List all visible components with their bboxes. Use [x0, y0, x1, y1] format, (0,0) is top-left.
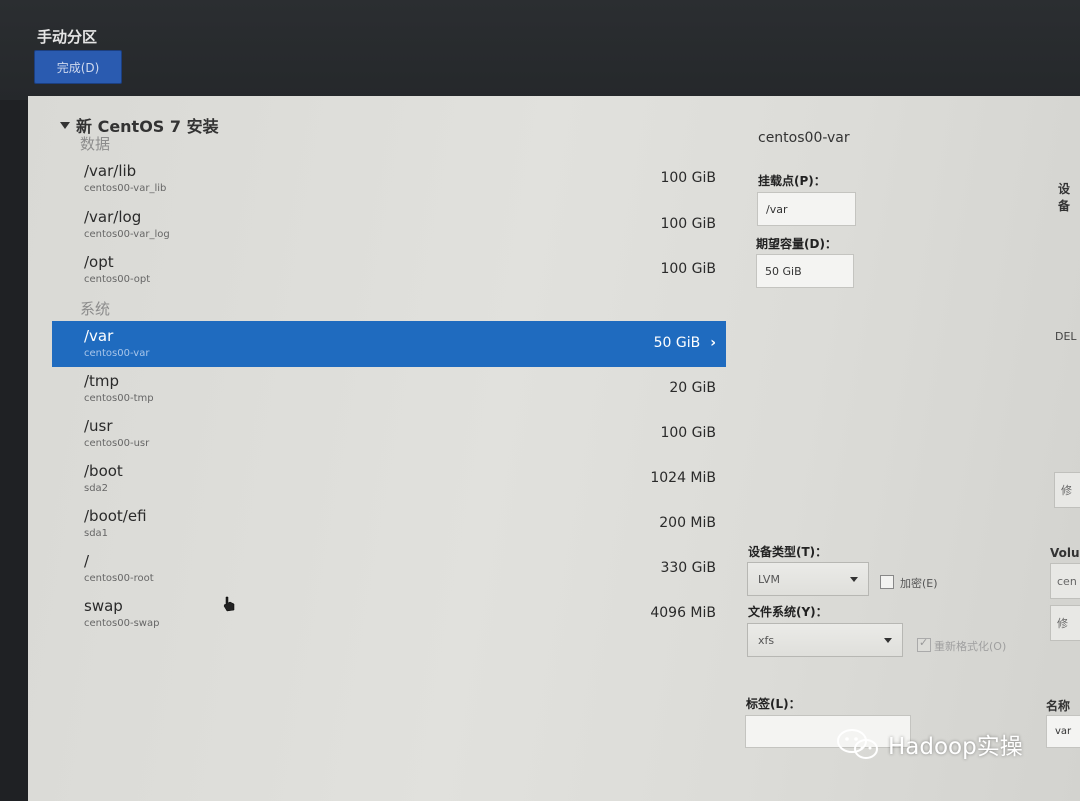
mount-point: /boot/efi [84, 507, 147, 525]
watermark: Hadoop实操 [836, 727, 1023, 761]
partition-row-boot[interactable]: /boot sda2 1024 MiB [52, 456, 726, 502]
detail-title: centos00-var [758, 130, 850, 146]
filesystem-label: 文件系统(Y)： [748, 605, 828, 619]
wechat-icon [837, 729, 878, 759]
page-title: 手动分区 [37, 28, 98, 46]
device-name: sda2 [84, 483, 109, 494]
device-name: centos00-swap [84, 618, 160, 629]
chevron-down-icon [850, 577, 858, 582]
device-name: centos00-usr [84, 438, 150, 449]
filesystem-select[interactable]: xfs [747, 623, 903, 657]
mount-point-input[interactable]: /var [757, 192, 856, 226]
mount-point: swap [84, 597, 123, 615]
filesystem-value: xfs [758, 633, 775, 647]
partition-row-tmp[interactable]: /tmp centos00-tmp 20 GiB [52, 366, 726, 412]
section-label-system: 系统 [80, 300, 111, 318]
mount-point: /usr [84, 417, 113, 435]
partition-size: 100 GiB [660, 261, 716, 277]
device-type-select[interactable]: LVM [747, 562, 869, 596]
tag-label: 标签(L)： [746, 697, 801, 711]
device-type-value: LVM [758, 572, 780, 586]
partition-size: 4096 MiB [650, 605, 716, 621]
modify-button-cut[interactable]: 修 [1054, 472, 1080, 508]
partition-size: 100 GiB [660, 170, 716, 186]
device-name: centos00-root [84, 573, 154, 584]
partition-row-root[interactable]: / centos00-root 330 GiB [52, 546, 726, 592]
done-button[interactable]: 完成(D) [34, 50, 122, 84]
window-header [0, 0, 1080, 100]
desired-capacity-label: 期望容量(D)： [756, 237, 837, 251]
mount-point-label: 挂载点(P)： [758, 174, 826, 188]
partition-size: 1024 MiB [650, 470, 716, 486]
partition-size: 20 GiB [669, 380, 716, 396]
reformat-checkbox[interactable] [917, 636, 931, 652]
chevron-right-icon: › [710, 335, 716, 351]
partition-row-boot-efi[interactable]: /boot/efi sda1 200 MiB [52, 501, 726, 547]
mount-point: /tmp [84, 372, 120, 390]
mouse-cursor-icon [223, 596, 235, 612]
mount-point: /opt [84, 253, 114, 271]
device-del-text-cut: DEL [1055, 330, 1077, 343]
encrypt-checkbox[interactable] [880, 575, 894, 589]
expand-triangle-icon[interactable] [60, 121, 70, 129]
partition-row-var-lib[interactable]: /var/lib centos00-var_lib 100 GiB [52, 156, 726, 202]
device-name: centos00-opt [84, 274, 151, 285]
device-name: centos00-tmp [84, 393, 154, 404]
mount-point: /var [84, 327, 114, 345]
device-type-label: 设备类型(T)： [748, 545, 828, 559]
desired-capacity-input[interactable]: 50 GiB [756, 254, 854, 288]
mount-point: /var/log [84, 208, 142, 226]
chevron-down-icon [884, 638, 892, 643]
mount-point: /boot [84, 462, 123, 480]
partition-size: 100 GiB [660, 425, 716, 441]
device-name: centos00-var [84, 348, 150, 359]
device-name: centos00-var_log [84, 229, 170, 240]
partition-row-opt[interactable]: /opt centos00-opt 100 GiB [52, 247, 726, 293]
partition-row-swap[interactable]: swap centos00-swap 4096 MiB [52, 591, 726, 637]
volume-group-label-cut: Volu [1050, 546, 1080, 560]
device-name: sda1 [84, 528, 109, 539]
partition-size: 100 GiB [660, 216, 716, 232]
device-label-cut: 设备 [1058, 182, 1071, 213]
reformat-label: 重新格式化(O) [934, 640, 1007, 653]
partition-row-var[interactable]: /var centos00-var 50 GiB › [52, 321, 726, 367]
volume-group-select-cut[interactable]: cen [1050, 563, 1080, 599]
partition-row-usr[interactable]: /usr centos00-usr 100 GiB [52, 411, 726, 457]
partition-size-with-chevron: 50 GiB › [654, 335, 716, 351]
partition-size: 200 MiB [659, 515, 716, 531]
device-name: centos00-var_lib [84, 183, 167, 194]
name-label-cut: 名称 [1046, 699, 1071, 713]
mount-point: / [84, 552, 90, 570]
volume-modify-button-cut[interactable]: 修 [1050, 605, 1080, 641]
partition-row-var-log[interactable]: /var/log centos00-var_log 100 GiB [52, 202, 726, 248]
section-label-data: 数据 [80, 135, 111, 153]
watermark-text: Hadoop实操 [888, 734, 1023, 760]
encrypt-label: 加密(E) [900, 577, 938, 590]
partition-size: 50 GiB [653, 335, 701, 351]
name-input-cut[interactable]: var [1046, 715, 1080, 748]
partition-size: 330 GiB [660, 560, 716, 576]
mount-point: /var/lib [84, 162, 137, 180]
